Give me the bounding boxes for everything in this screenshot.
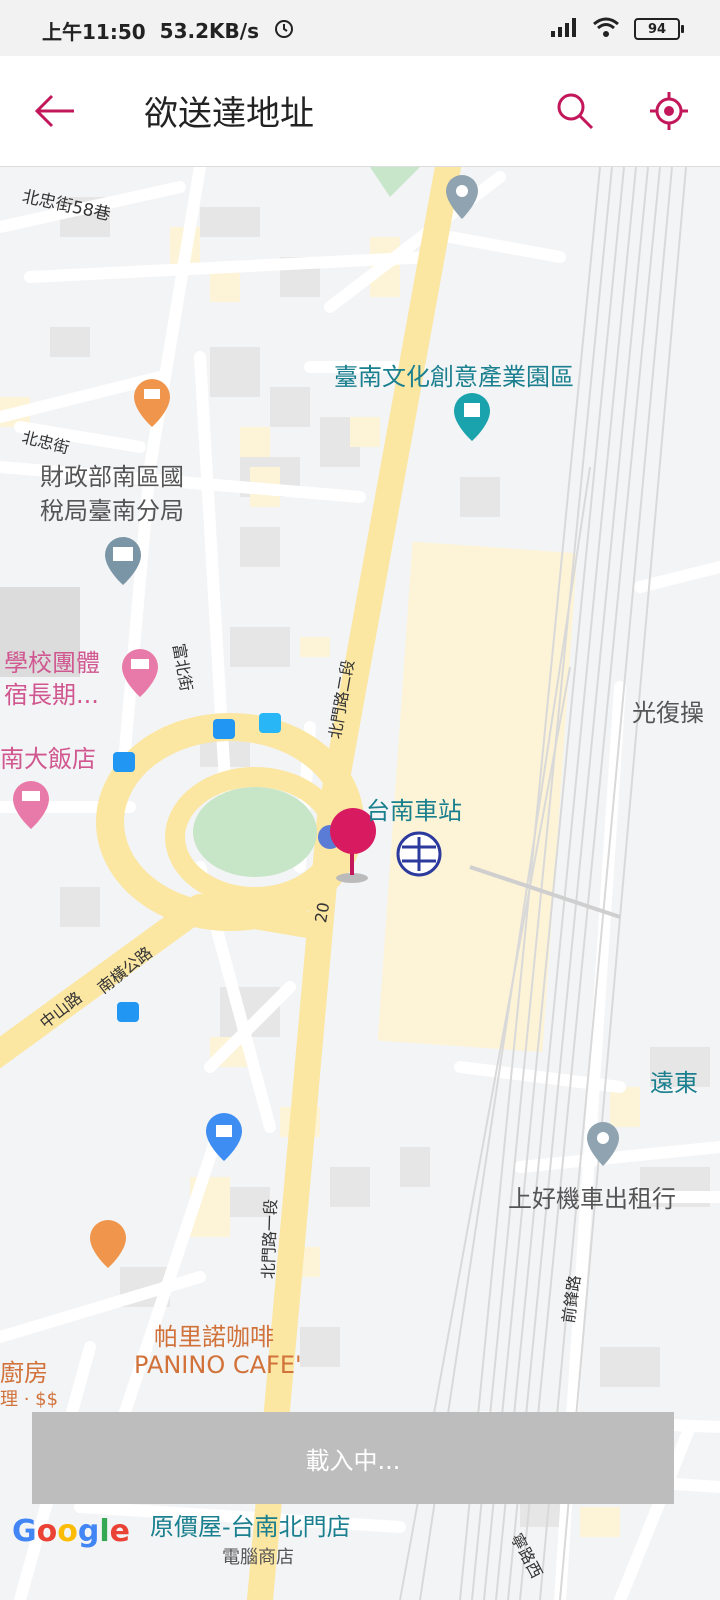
my-location-button[interactable] xyxy=(646,88,692,134)
poi-label-creative-park[interactable]: 臺南文化創意產業園區 xyxy=(334,357,574,392)
poi-label-cafe-line2[interactable]: PANINO CAFE' xyxy=(134,1351,302,1379)
map-view[interactable]: 北忠街58巷 北忠街 臺南文化創意產業園區 財政部南區國 稅局臺南分局 學校團體… xyxy=(0,167,720,1600)
poi-label-guangfu[interactable]: 光復操 xyxy=(632,697,704,729)
poi-label-cafe-line1[interactable]: 帕里諾咖啡 xyxy=(154,1317,274,1352)
poi-label-tainan-station[interactable]: 台南車站 xyxy=(366,791,462,826)
search-icon xyxy=(557,93,594,130)
battery-icon: 94 xyxy=(634,18,684,40)
poi-label-motor-rental[interactable]: 上好機車出租行 xyxy=(508,1183,676,1215)
wifi-icon xyxy=(592,16,620,42)
crosshair-icon xyxy=(650,92,688,130)
poi-label-hotel[interactable]: 南大飯店 xyxy=(0,743,96,775)
poi-label-tax-bureau-line1[interactable]: 財政部南區國 xyxy=(40,461,184,493)
back-arrow-icon xyxy=(34,94,74,128)
poi-label-bottom-store[interactable]: 原價屋-台南北門店 xyxy=(150,1507,351,1542)
page-title: 欲送達地址 xyxy=(144,94,314,134)
back-button[interactable] xyxy=(30,86,80,136)
alarm-icon xyxy=(273,17,295,44)
loading-button[interactable]: 載入中... xyxy=(32,1412,674,1504)
poi-label-tax-bureau-line2[interactable]: 稅局臺南分局 xyxy=(40,495,184,527)
google-logo: Google xyxy=(12,1514,131,1549)
road-label-beimen-1: 北門路一段 xyxy=(258,1198,281,1280)
search-button[interactable] xyxy=(552,88,598,134)
poi-label-school-line2[interactable]: 宿長期... xyxy=(4,679,99,711)
road-number-20: 20 xyxy=(311,900,334,925)
status-time: 上午11:50 xyxy=(42,20,146,44)
status-speed: 53.2KB/s xyxy=(159,18,259,43)
status-bar: 上午11:50 53.2KB/s 94 xyxy=(0,0,720,56)
poi-label-school-line1[interactable]: 學校團體 xyxy=(4,647,100,679)
signal-icon xyxy=(550,17,578,41)
poi-label-kitchen-line2[interactable]: 理 · $$ xyxy=(0,1385,58,1411)
poi-label-yuandong[interactable]: 遠東 xyxy=(650,1063,698,1098)
poi-label-bottom-store-type: 電腦商店 xyxy=(222,1547,294,1568)
loading-text: 載入中... xyxy=(305,1446,401,1475)
poi-label-kitchen-line1[interactable]: 廚房 xyxy=(0,1353,48,1388)
app-bar: 欲送達地址 xyxy=(0,56,720,167)
